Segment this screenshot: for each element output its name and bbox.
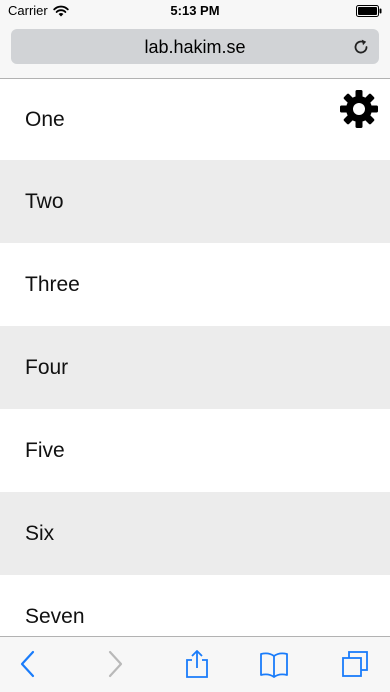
address-field[interactable]: lab.hakim.se <box>11 29 379 64</box>
battery-icon <box>356 5 382 17</box>
list-item[interactable]: Seven <box>0 575 390 637</box>
list-item[interactable]: Four <box>0 326 390 409</box>
forward-icon[interactable] <box>99 649 129 679</box>
reload-icon[interactable] <box>351 37 371 57</box>
status-bar: Carrier 5:13 PM <box>0 0 390 22</box>
content-list: One Two Three Four Five Six Seven <box>0 79 390 637</box>
back-icon[interactable] <box>14 649 44 679</box>
status-time: 5:13 PM <box>170 3 220 18</box>
browser-toolbar <box>0 636 390 692</box>
list-item-label: Four <box>25 355 69 379</box>
list-item-label: Seven <box>25 604 85 628</box>
list-item-label: One <box>25 107 65 131</box>
list-item[interactable]: Two <box>0 160 390 243</box>
bookmarks-icon[interactable] <box>259 649 289 679</box>
list-item[interactable]: Five <box>0 409 390 492</box>
list-item[interactable]: Six <box>0 492 390 575</box>
list-item-label: Two <box>25 189 64 213</box>
list-item-label: Five <box>25 438 65 462</box>
list-item[interactable]: Three <box>0 243 390 326</box>
share-icon[interactable] <box>182 649 212 679</box>
tabs-icon[interactable] <box>340 649 370 679</box>
address-bar-area: lab.hakim.se <box>0 22 390 79</box>
url-text[interactable]: lab.hakim.se <box>11 37 379 58</box>
list-item[interactable]: One <box>0 79 390 160</box>
list-item-label: Three <box>25 272 80 296</box>
list-item-label: Six <box>25 521 55 545</box>
gear-icon[interactable] <box>339 89 379 129</box>
